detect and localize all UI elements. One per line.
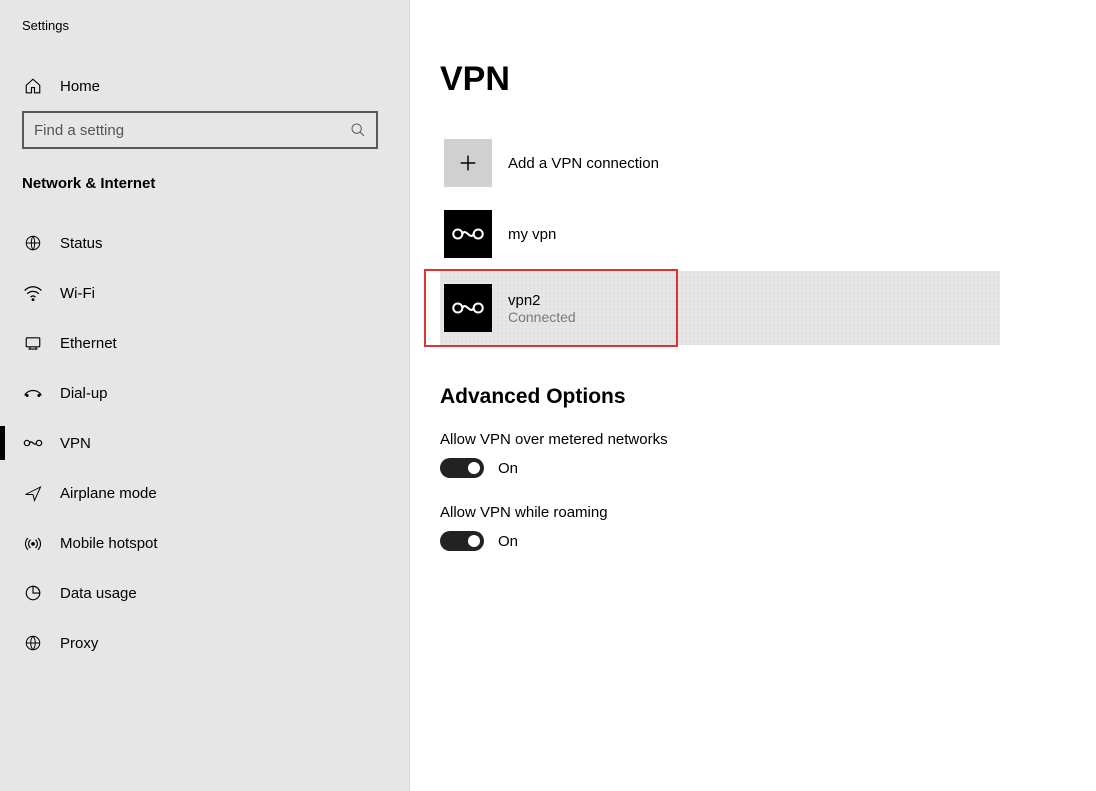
toggle-roaming[interactable] (440, 531, 484, 551)
sidebar-item-label: Mobile hotspot (60, 535, 158, 552)
main-content: VPN Add a VPN connection my vpn vpn2 (410, 0, 1096, 791)
hotspot-icon (22, 532, 44, 554)
search-icon (350, 122, 366, 138)
sidebar-item-label: VPN (60, 435, 91, 452)
wifi-icon (22, 282, 44, 304)
toggle-state: On (498, 533, 518, 550)
sidebar-item-hotspot[interactable]: Mobile hotspot (0, 518, 409, 568)
option-label: Allow VPN over metered networks (440, 431, 1096, 448)
plus-icon (444, 139, 492, 187)
sidebar-item-proxy[interactable]: Proxy (0, 618, 409, 668)
page-title: VPN (440, 60, 1096, 99)
app-title: Settings (0, 18, 409, 61)
sidebar-nav-list: Status Wi-Fi Ethernet (0, 218, 409, 668)
vpn-tile-icon (444, 284, 492, 332)
sidebar-item-label: Status (60, 235, 103, 252)
vpn-tile-icon (444, 210, 492, 258)
vpn-status: Connected (508, 309, 576, 325)
sidebar-item-data[interactable]: Data usage (0, 568, 409, 618)
data-usage-icon (22, 582, 44, 604)
add-vpn-row[interactable]: Add a VPN connection (440, 135, 1000, 191)
search-input[interactable] (34, 122, 350, 139)
sidebar-item-label: Airplane mode (60, 485, 157, 502)
sidebar-item-status[interactable]: Status (0, 218, 409, 268)
sidebar-item-airplane[interactable]: Airplane mode (0, 468, 409, 518)
toggle-state: On (498, 460, 518, 477)
sidebar-home[interactable]: Home (0, 61, 409, 111)
sidebar-item-label: Wi-Fi (60, 285, 95, 302)
settings-sidebar: Settings Home Network & Internet (0, 0, 410, 791)
advanced-options-title: Advanced Options (440, 385, 1096, 409)
sidebar-item-label: Dial-up (60, 385, 108, 402)
status-icon (22, 232, 44, 254)
ethernet-icon (22, 332, 44, 354)
sidebar-item-label: Proxy (60, 635, 98, 652)
sidebar-item-vpn[interactable]: VPN (0, 418, 409, 468)
sidebar-item-dialup[interactable]: Dial-up (0, 368, 409, 418)
vpn-icon (22, 432, 44, 454)
add-vpn-label: Add a VPN connection (508, 155, 659, 172)
sidebar-home-label: Home (60, 78, 100, 95)
option-label: Allow VPN while roaming (440, 504, 1096, 521)
dialup-icon (22, 382, 44, 404)
search-container (0, 111, 409, 175)
option-roaming: Allow VPN while roaming On (440, 504, 1096, 551)
search-box[interactable] (22, 111, 378, 149)
airplane-icon (22, 482, 44, 504)
vpn-name: vpn2 (508, 292, 576, 309)
option-metered: Allow VPN over metered networks On (440, 431, 1096, 478)
vpn-connection-myvpn[interactable]: my vpn (440, 203, 1000, 265)
proxy-icon (22, 632, 44, 654)
sidebar-item-ethernet[interactable]: Ethernet (0, 318, 409, 368)
sidebar-item-wifi[interactable]: Wi-Fi (0, 268, 409, 318)
sidebar-item-label: Ethernet (60, 335, 117, 352)
vpn-connection-vpn2[interactable]: vpn2 Connected (440, 271, 1000, 345)
home-icon (22, 75, 44, 97)
sidebar-category: Network & Internet (0, 175, 409, 212)
vpn-name: my vpn (508, 226, 556, 243)
toggle-metered[interactable] (440, 458, 484, 478)
sidebar-item-label: Data usage (60, 585, 137, 602)
